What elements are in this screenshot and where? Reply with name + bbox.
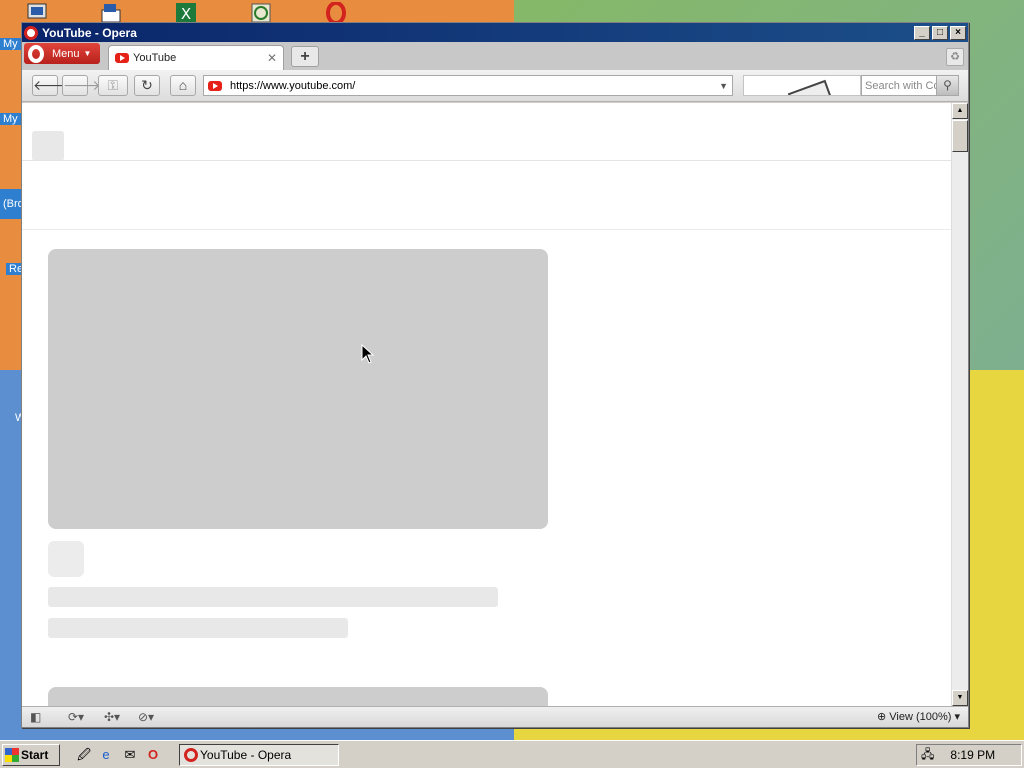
system-tray: 🖧 8:19 PM	[916, 744, 1022, 766]
clock[interactable]: 8:19 PM	[950, 748, 995, 762]
scroll-down-button[interactable]: ▼	[952, 690, 968, 706]
scroll-thumb[interactable]	[952, 120, 968, 152]
reload-button[interactable]: ↻	[134, 75, 160, 96]
menu-arrow-icon: ▼	[83, 49, 92, 58]
vertical-scrollbar[interactable]: ▲ ▼	[951, 103, 968, 706]
site-favicon-icon	[208, 80, 222, 91]
skeleton-title-line	[48, 587, 498, 607]
svg-text:X: X	[181, 5, 191, 23]
wand-key-button[interactable]: ⚿	[98, 75, 128, 96]
window-titlebar[interactable]: YouTube - Opera _ □ ×	[22, 23, 968, 42]
tab-bar: Menu ▼ YouTube ✕ + ♻	[22, 42, 968, 70]
zoom-icon: ⊕	[876, 711, 890, 723]
forward-button[interactable]: 🡒	[62, 75, 101, 96]
skeleton-video-thumbnail-2	[48, 687, 548, 706]
tab-youtube[interactable]: YouTube ✕	[108, 45, 284, 70]
unite-icon[interactable]: ⊘▾	[138, 710, 154, 725]
header-divider	[22, 160, 951, 161]
window-title: YouTube - Opera	[42, 25, 137, 40]
scheduler-icon[interactable]	[250, 2, 272, 24]
skeleton-video-thumbnail	[48, 249, 548, 529]
minimize-button[interactable]: _	[914, 25, 930, 40]
opera-logo-icon	[24, 25, 38, 40]
maximize-button[interactable]: □	[932, 25, 948, 40]
opera-quicklaunch-icon[interactable]: O	[145, 747, 161, 763]
trash-icon[interactable]: ♻	[946, 48, 964, 66]
taskbar-opera-button[interactable]: YouTube - Opera	[179, 744, 339, 766]
show-desktop-icon[interactable]: 🖉	[76, 747, 92, 763]
my-computer-icon[interactable]	[26, 2, 48, 24]
excel-icon[interactable]: X	[175, 2, 197, 24]
youtube-favicon-icon	[115, 53, 129, 63]
taskbar: Start 🖉 e ✉ O YouTube - Opera 🖧 8:19 PM	[0, 740, 1024, 768]
turbo-icon[interactable]: ✣▾	[104, 710, 120, 725]
zoom-label: View (100%)	[889, 711, 952, 723]
address-field[interactable]: https://www.youtube.com/ ▼	[203, 75, 733, 96]
subheader-divider	[22, 229, 951, 230]
skeleton-avatar	[48, 541, 84, 577]
windows-flag-icon	[5, 748, 19, 762]
internet-explorer-icon[interactable]: e	[98, 747, 114, 763]
start-label: Start	[21, 748, 49, 762]
new-tab-button[interactable]: +	[291, 46, 319, 67]
zoom-control[interactable]: ⊕ View (100%) ▾	[877, 710, 960, 723]
skeleton-meta-line	[48, 618, 348, 638]
taskbar-task-label: YouTube - Opera	[200, 748, 292, 762]
scroll-up-button[interactable]: ▲	[952, 103, 968, 119]
start-button[interactable]: Start	[2, 744, 60, 766]
search-field[interactable]: Search with Co ⚲	[861, 75, 959, 96]
search-placeholder: Search with Co	[865, 79, 936, 92]
menu-label: Menu	[52, 47, 80, 60]
page-viewport[interactable]	[22, 103, 951, 706]
opera-desktop-icon[interactable]	[325, 2, 347, 24]
search-icon[interactable]: ⚲	[936, 76, 958, 95]
panel-toggle-icon[interactable]: ◧	[30, 710, 41, 725]
taskbar-opera-icon	[184, 748, 198, 762]
mouse-cursor-icon	[361, 344, 375, 364]
status-bar: ◧ ⟳▾ ✣▾ ⊘▾ ⊕ View (100%) ▾	[22, 706, 968, 727]
opera-menu-button[interactable]: Menu ▼	[24, 43, 100, 64]
back-button[interactable]: 🡐	[32, 75, 71, 96]
network-tray-icon[interactable]: 🖧	[921, 745, 934, 766]
opera-o-icon	[28, 44, 44, 63]
browser-window: YouTube - Opera _ □ × Menu ▼ YouTube ✕ +…	[21, 22, 969, 728]
outlook-icon[interactable]	[100, 2, 122, 24]
skeleton-logo	[32, 131, 64, 161]
sync-icon[interactable]: ⟳▾	[68, 710, 84, 725]
url-text: https://www.youtube.com/	[230, 79, 356, 92]
home-button[interactable]: ⌂	[170, 75, 196, 96]
toolbar-graphic-icon	[787, 79, 833, 95]
tab-label: YouTube	[133, 52, 177, 64]
address-toolbar: 🡐 🡒 ⚿ ↻ ⌂ https://www.youtube.com/ ▼ Sea…	[22, 70, 968, 102]
close-tab-icon[interactable]: ✕	[267, 51, 277, 65]
desktop-label-1[interactable]: My	[0, 38, 21, 50]
outlook-quicklaunch-icon[interactable]: ✉	[122, 747, 138, 763]
close-window-button[interactable]: ×	[950, 25, 966, 40]
toolbar-extra-field[interactable]	[743, 75, 861, 96]
url-dropdown-icon[interactable]: ▼	[719, 81, 728, 91]
